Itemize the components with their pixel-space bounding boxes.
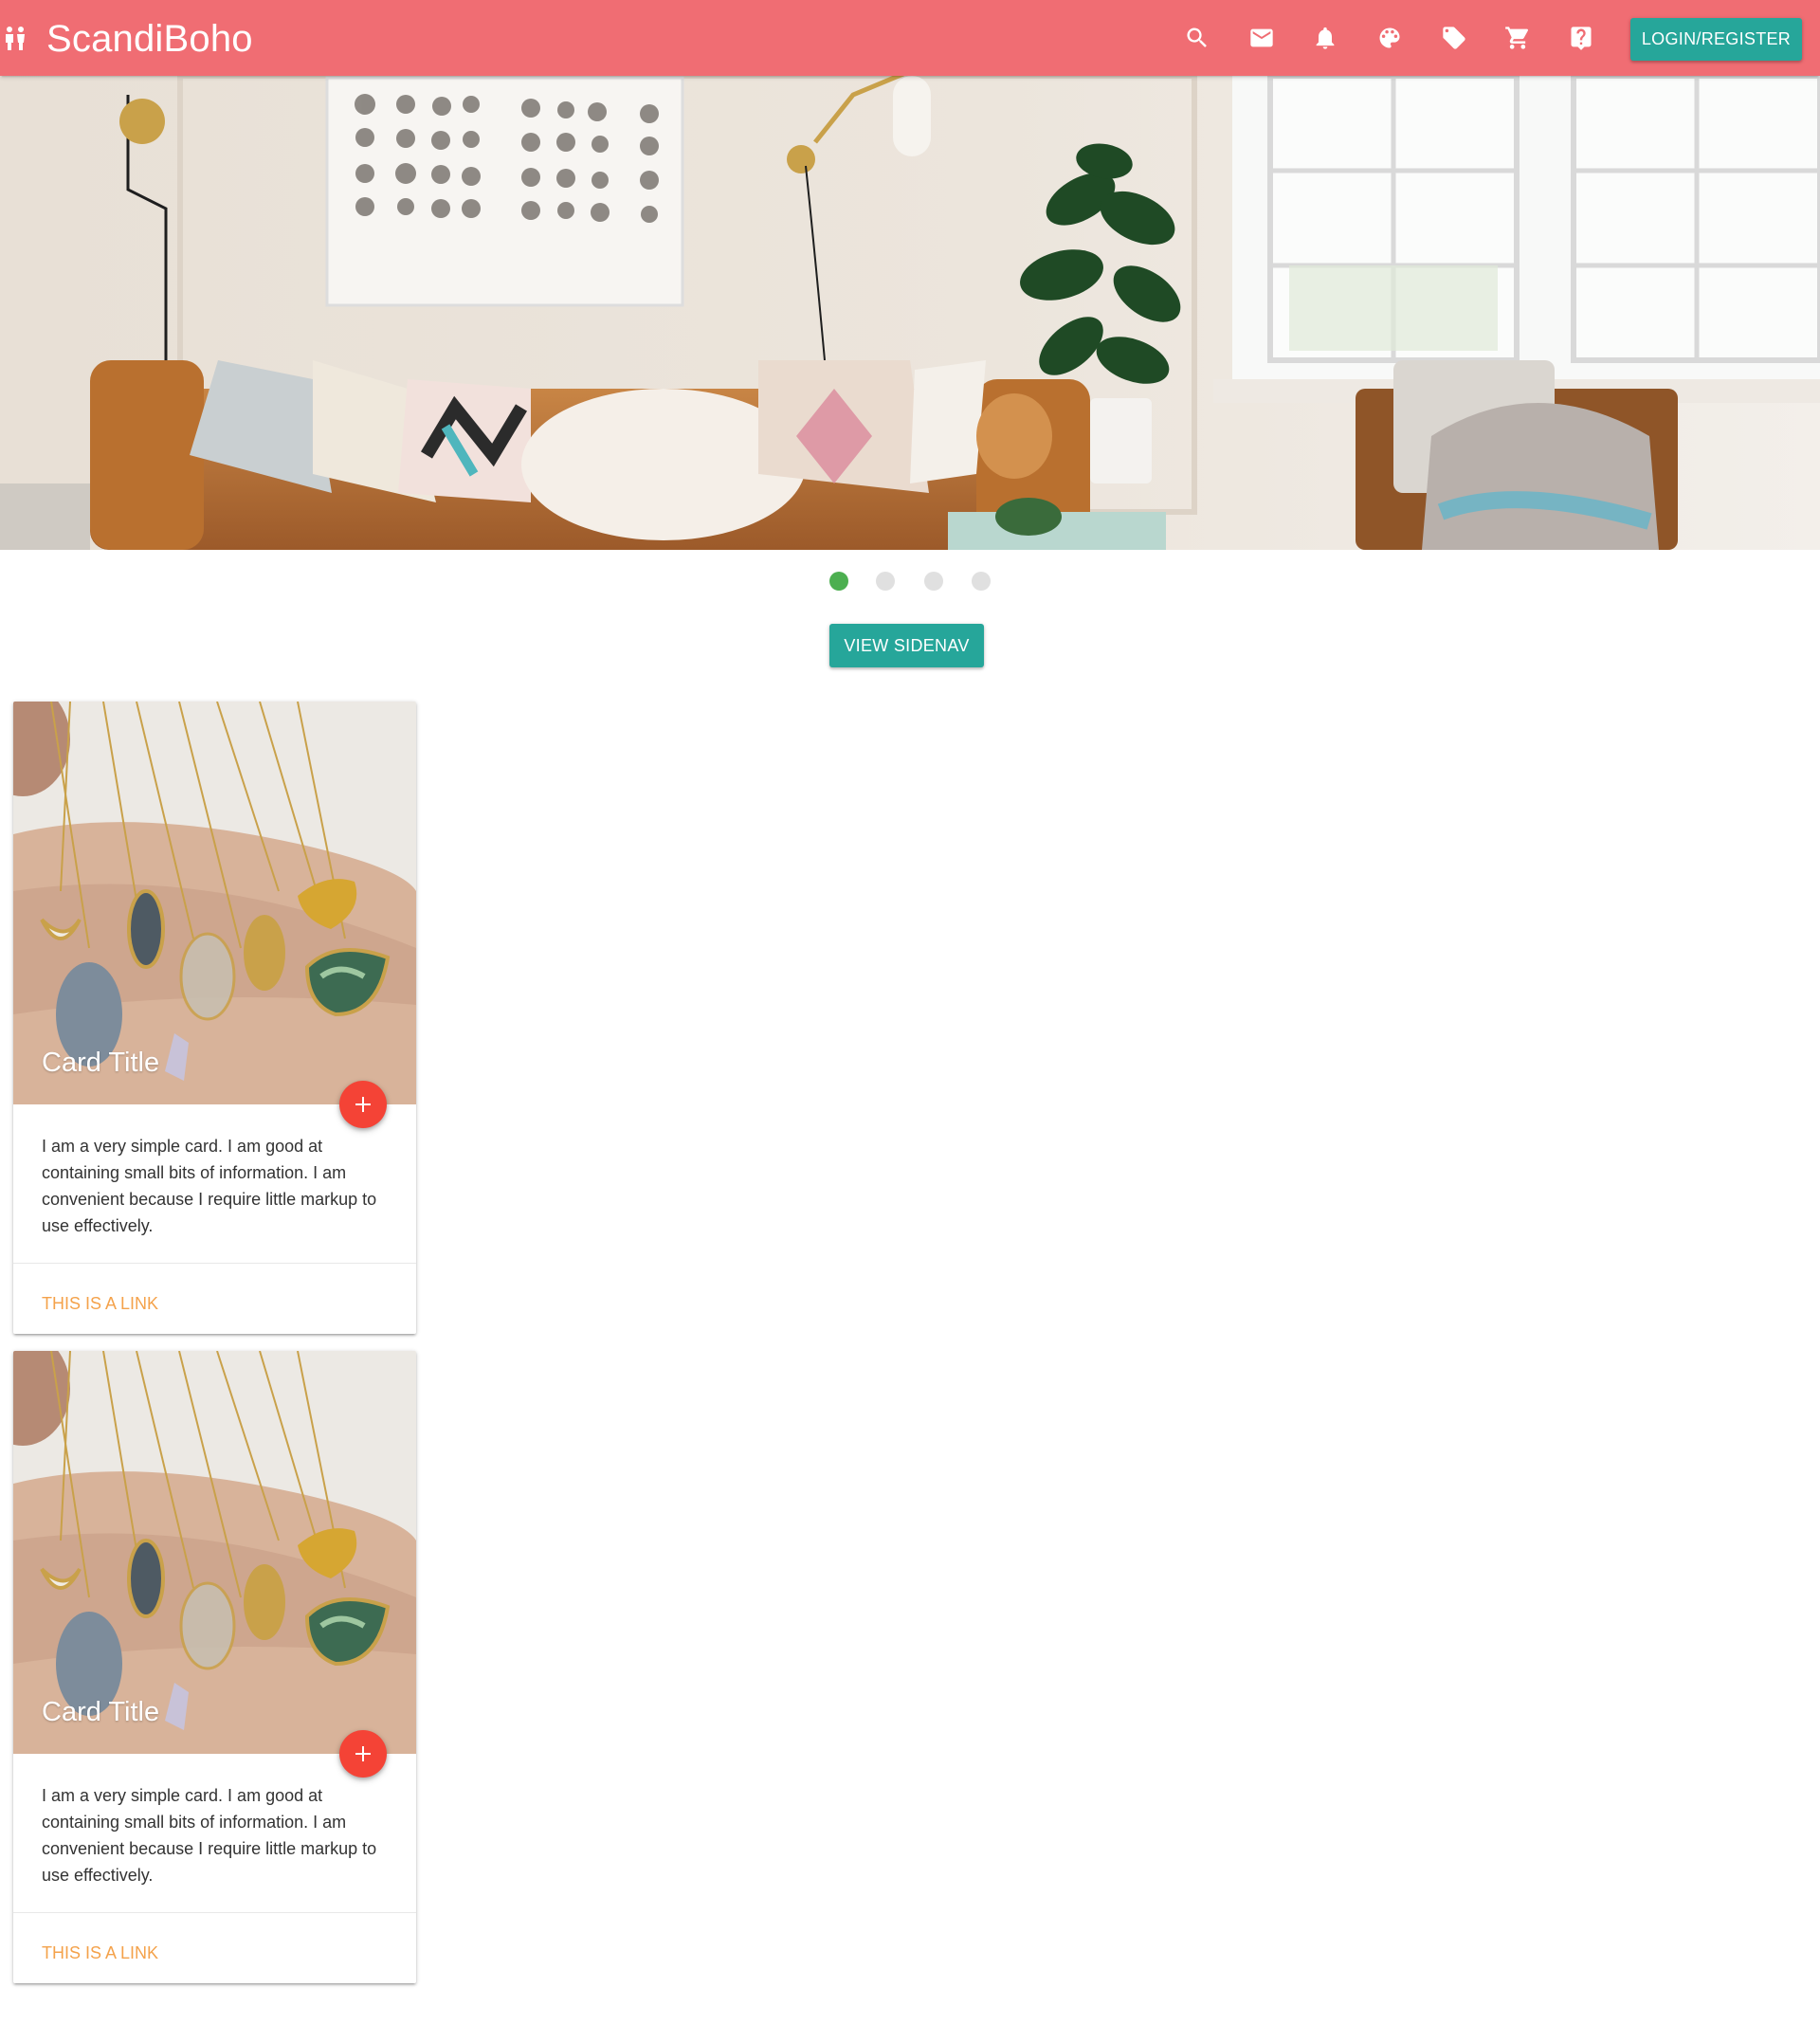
carousel-dot-2[interactable] xyxy=(876,572,895,591)
add-icon xyxy=(352,1093,374,1116)
product-card: Card Title I am a very simple card. I am… xyxy=(13,702,416,1334)
add-icon xyxy=(352,1742,374,1765)
login-register-button[interactable]: LOGIN/REGISTER xyxy=(1630,18,1802,61)
card-action-link[interactable]: THIS IS A LINK xyxy=(42,1943,158,1963)
card-divider xyxy=(13,1912,416,1913)
view-sidenav-button[interactable]: VIEW SIDENAV xyxy=(829,624,984,667)
product-card: Card Title I am a very simple card. I am… xyxy=(13,1351,416,1983)
card-image-necklaces xyxy=(13,702,416,1104)
carousel-dot-4[interactable] xyxy=(972,572,991,591)
tag-icon[interactable] xyxy=(1439,23,1469,53)
card-divider xyxy=(13,1263,416,1264)
add-button[interactable] xyxy=(339,1730,387,1778)
card-action-link[interactable]: THIS IS A LINK xyxy=(42,1294,158,1314)
help-icon[interactable] xyxy=(1566,23,1596,53)
palette-icon[interactable] xyxy=(1374,23,1405,53)
carousel-dot-3[interactable] xyxy=(924,572,943,591)
top-navbar: ScandiBoho LOGIN/REGISTER xyxy=(0,0,1820,76)
search-icon[interactable] xyxy=(1182,23,1212,53)
cart-icon[interactable] xyxy=(1502,23,1533,53)
card-title: Card Title xyxy=(42,1697,160,1727)
add-button[interactable] xyxy=(339,1081,387,1128)
card-description: I am a very simple card. I am good at co… xyxy=(42,1786,377,1885)
people-icon xyxy=(4,26,27,50)
mail-icon[interactable] xyxy=(1247,23,1277,53)
card-description: I am a very simple card. I am good at co… xyxy=(42,1137,377,1235)
hero-carousel-image[interactable] xyxy=(0,76,1820,550)
brand-logo-link[interactable]: ScandiBoho xyxy=(46,16,253,62)
carousel-dot-1[interactable] xyxy=(829,572,848,591)
card-image-necklaces xyxy=(13,1351,416,1754)
card-title: Card Title xyxy=(42,1048,160,1078)
bell-icon[interactable] xyxy=(1310,23,1340,53)
